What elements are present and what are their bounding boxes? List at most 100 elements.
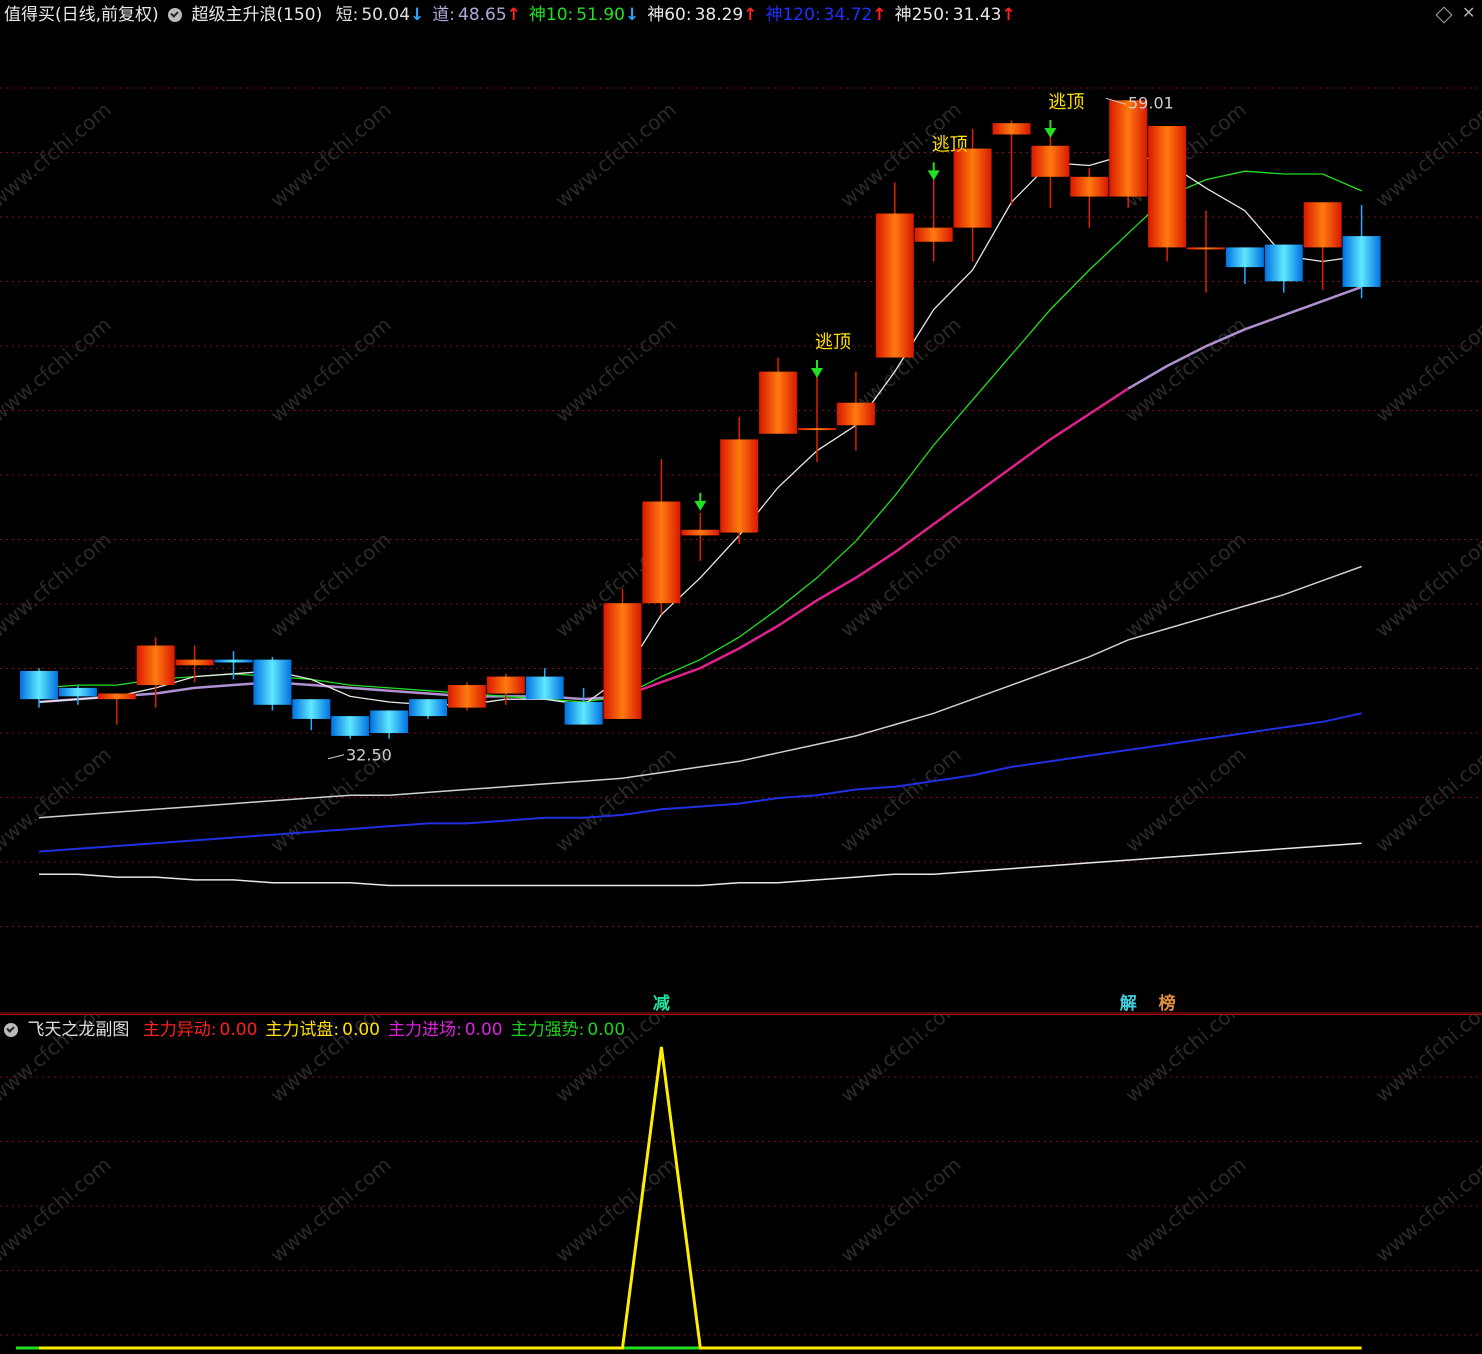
sub-indicator-menu-icon[interactable] (4, 1023, 18, 1037)
sub-chart-canvas[interactable]: www.cfchi.com www.cfchi.com www.cfchi.com w… (0, 1015, 1482, 1354)
main-header-value: 50.04 (361, 5, 411, 25)
sub-header-label: 主力试盘: (265, 1020, 340, 1040)
up-candle (642, 501, 681, 604)
down-candle (20, 670, 58, 700)
main-header-item: 神10: 51.90↓ (529, 0, 639, 30)
up-candle (1303, 202, 1342, 248)
up-candle (1148, 126, 1187, 248)
down-candle (1264, 244, 1303, 282)
up-candle (603, 603, 642, 719)
up-candle (447, 685, 486, 708)
main-header-label: 神120: (765, 5, 821, 25)
sub-header-item: 主力进场: 0.00 (388, 1015, 503, 1045)
signal-rank-label: 榜 (1159, 993, 1176, 1014)
main-header-label: 道: (432, 5, 455, 25)
main-header-label: 神250: (894, 5, 950, 25)
down-candle (525, 676, 564, 700)
watermark-text: www.cfchi.com (1120, 1152, 1250, 1267)
watermark-text: www.cfchi.com (265, 312, 395, 427)
watermark-text: www.cfchi.com (1120, 742, 1250, 857)
down-candle (292, 699, 331, 719)
up-candle (914, 227, 953, 242)
sub-header-item: 主力试盘: 0.00 (265, 1015, 380, 1045)
escape-top-label: 逃顶 (815, 332, 851, 353)
watermark-text: www.cfchi.com (265, 1152, 395, 1267)
main-header-item: 短: 50.04↓ (336, 0, 425, 30)
indicator-name[interactable]: 超级主升浪(150) (191, 0, 322, 30)
main-indicator-values: 短: 50.04↓ 道: 48.65↑ 神10: 51.90↓ 神60: 38.29↑ 神120… (328, 0, 1016, 30)
down-arrow-icon: ↓ (410, 5, 425, 25)
up-arrow-icon: ↑ (506, 5, 521, 25)
watermark-text: www.cfchi.com (835, 742, 965, 857)
up-candle (836, 402, 875, 426)
watermark-text: www.cfchi.com (1370, 742, 1482, 857)
watermark-text: www.cfchi.com (835, 1152, 965, 1267)
watermark-text: www.cfchi.com (1120, 527, 1250, 642)
sub-header-value: 0.00 (464, 1020, 503, 1040)
up-candle (875, 213, 914, 358)
up-candle (1109, 100, 1148, 197)
watermark-text: www.cfchi.com (550, 1152, 680, 1267)
up-arrow-icon: ↑ (743, 5, 758, 25)
main-header-label: 神60: (647, 5, 692, 25)
up-candle (1070, 176, 1109, 197)
sub-header-label: 主力异动: (142, 1020, 217, 1040)
escape-top-label: 逃顶 (932, 134, 968, 155)
sub-indicator-name[interactable]: 飞天之龙副图 (27, 1015, 129, 1045)
down-candle (370, 710, 409, 734)
up-candle (175, 659, 214, 666)
sub-chart-pane[interactable]: www.cfchi.com www.cfchi.com www.cfchi.com w… (0, 1014, 1482, 1354)
indicator-menu-icon[interactable] (168, 8, 183, 22)
dao-line-rising (622, 387, 1129, 698)
watermark-text: www.cfchi.com (265, 527, 395, 642)
up-candle (759, 371, 798, 434)
signal-solve-label: 解 (1120, 993, 1137, 1014)
down-candle (58, 687, 97, 697)
main-header-value: 38.29 (694, 5, 744, 25)
sub-header-value: 0.00 (587, 1020, 626, 1040)
down-candle (253, 659, 292, 705)
watermark-text: www.cfchi.com (550, 97, 680, 212)
main-header-item: 神250: 31.43↑ (895, 0, 1016, 30)
main-header: 值得买(日线,前复权) 超级主升浪(150) 短: 50.04↓ 道: 48.65↑ 神… (0, 0, 1482, 30)
main-chart-pane[interactable]: www.cfchi.com www.cfchi.com www.cfchi.com w… (0, 0, 1482, 1014)
watermark-text: www.cfchi.com (550, 742, 680, 857)
up-arrow-icon: ↑ (872, 5, 887, 25)
watermark-text: www.cfchi.com (0, 97, 116, 212)
down-arrow-icon: ↓ (624, 5, 640, 25)
sub-header-item: 主力异动: 0.00 (143, 1015, 258, 1045)
main-header-item: 神60: 38.29↑ (647, 0, 757, 30)
sub-header-value: 0.00 (219, 1020, 258, 1040)
up-candle (136, 645, 175, 686)
up-candle (681, 529, 720, 536)
watermark-text: www.cfchi.com (0, 527, 116, 642)
up-candle (992, 123, 1031, 135)
main-header-value: 48.65 (458, 5, 507, 25)
main-header-value: 51.90 (576, 5, 625, 25)
sub-header-item: 主力强势: 0.00 (511, 1015, 626, 1045)
down-candle (409, 699, 447, 717)
ma250-line (39, 842, 1362, 887)
escape-top-label: 逃顶 (1048, 92, 1084, 113)
low-pointer (327, 754, 345, 760)
down-candle (1342, 236, 1381, 287)
watermark-text: www.cfchi.com (0, 312, 116, 427)
sub-signal-line (39, 1046, 1362, 1350)
close-icon[interactable]: ✕ (1462, 4, 1476, 22)
watermark-text: www.cfchi.com (1370, 1152, 1482, 1267)
sub-header-label: 主力强势: (510, 1020, 585, 1040)
watermark-text: www.cfchi.com (835, 527, 965, 642)
down-candle (331, 716, 370, 736)
watermark-text: www.cfchi.com (265, 97, 395, 212)
stock-title[interactable]: 值得买(日线,前复权) (4, 0, 159, 30)
sub-header: 飞天之龙副图 主力异动: 0.00 主力试盘: 0.00 主力进场: 0.00 主力强势: 0… (0, 1015, 1482, 1045)
low-price-label: 32.50 (346, 746, 392, 765)
main-chart-canvas[interactable]: www.cfchi.com www.cfchi.com www.cfchi.com w… (0, 0, 1482, 1014)
watermark-text: www.cfchi.com (1370, 527, 1482, 642)
sub-indicator-values: 主力异动: 0.00 主力试盘: 0.00 主力进场: 0.00 主力强势: 0.00 (135, 1015, 625, 1045)
down-candle (1225, 247, 1264, 268)
watermark-text: www.cfchi.com (0, 1152, 116, 1267)
down-arrow-icon (694, 500, 707, 511)
main-header-label: 短: (335, 5, 359, 25)
watermark-text: www.cfchi.com (550, 312, 680, 427)
